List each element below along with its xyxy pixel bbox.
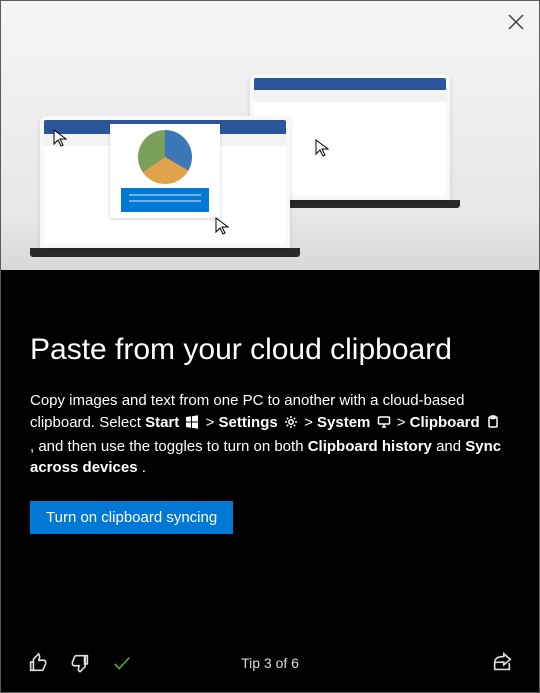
- close-button[interactable]: [502, 8, 530, 36]
- gear-icon: [284, 414, 298, 436]
- cursor-icon: [214, 216, 232, 236]
- tip-description: Copy images and text from one PC to anot…: [30, 390, 510, 479]
- checkmark-icon: [111, 652, 133, 674]
- tip-footer: Tip 3 of 6: [0, 633, 540, 693]
- close-icon: [506, 12, 526, 32]
- tip-title: Paste from your cloud clipboard: [30, 332, 510, 368]
- cursor-icon: [52, 128, 70, 148]
- windows-logo-icon: [185, 414, 199, 436]
- clipboard-icon: [486, 414, 500, 436]
- selection-highlight: [121, 188, 209, 212]
- pie-chart-graphic: [138, 130, 192, 184]
- illustration-laptop-front: [40, 116, 290, 257]
- turn-on-syncing-button[interactable]: Turn on clipboard syncing: [30, 501, 233, 534]
- cursor-icon: [314, 138, 332, 158]
- thumbs-up-button[interactable]: [26, 651, 50, 675]
- share-icon: [491, 652, 513, 674]
- tip-content: Paste from your cloud clipboard Copy ima…: [0, 270, 540, 534]
- monitor-icon: [377, 414, 391, 436]
- share-button[interactable]: [490, 651, 514, 675]
- thumbs-down-button[interactable]: [68, 651, 92, 675]
- thumbs-down-icon: [69, 652, 91, 674]
- tip-progress-label: Tip 3 of 6: [241, 655, 299, 671]
- applied-indicator: [110, 651, 134, 675]
- thumbs-up-icon: [27, 652, 49, 674]
- tip-illustration: [0, 0, 540, 270]
